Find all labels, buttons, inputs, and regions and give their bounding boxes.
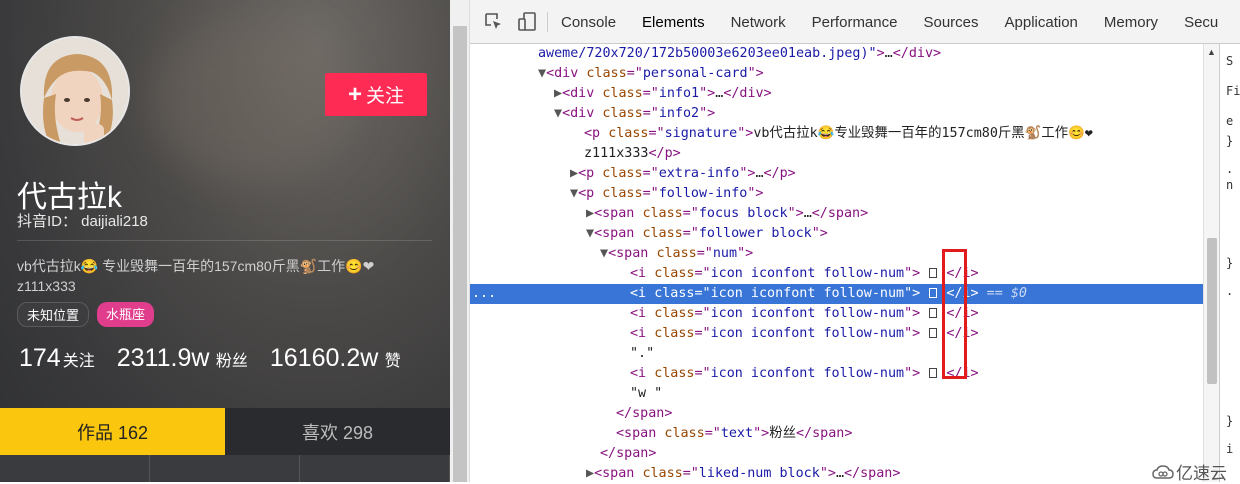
styles-char: i <box>1226 442 1234 456</box>
scrollbar-thumb[interactable] <box>1207 238 1217 384</box>
stat-followers[interactable]: 2311.9w 粉丝 <box>117 344 248 373</box>
avatar-photo <box>22 38 128 144</box>
signature: vb代古拉k😂 专业毁舞一百年的157cm80斤黑🐒工作😊❤ z111x333 <box>17 256 417 296</box>
stat-following-label: 关注 <box>62 353 95 370</box>
dom-line[interactable]: <p class="signature">vb代古拉k😂专业毁舞一百年的157c… <box>584 124 1093 144</box>
tab-application[interactable]: Application <box>1005 14 1078 31</box>
background-blur <box>150 20 350 180</box>
stat-likes-num: 16160.2w <box>269 344 379 372</box>
missing-glyph-icon <box>929 268 938 278</box>
dom-line[interactable]: ▶<span class="liked-num block">…</span> <box>586 464 900 482</box>
styles-pane: S Fi e } . n } . } i <box>1219 44 1240 482</box>
tab-performance[interactable]: Performance <box>812 14 898 31</box>
signature-line-2: z111x333 <box>17 278 76 294</box>
zodiac-tag: 水瓶座 <box>97 302 155 327</box>
styles-char: } <box>1226 414 1234 428</box>
video-thumb[interactable] <box>300 455 450 482</box>
toolbar-divider <box>547 12 548 32</box>
dom-line[interactable]: <i class="icon iconfont follow-num"> </i… <box>630 364 979 384</box>
dom-line[interactable]: </span> <box>616 404 672 424</box>
follow-button-label: 关注 <box>366 86 405 107</box>
tab-memory[interactable]: Memory <box>1104 14 1158 31</box>
tab-works[interactable]: 作品 162 <box>0 408 225 455</box>
dom-line[interactable]: ▼<span class="follower block"> <box>586 224 828 244</box>
dom-line[interactable]: ▼<span class="num"> <box>600 244 753 264</box>
dom-line[interactable]: <i class="icon iconfont follow-num"> </i… <box>630 264 979 284</box>
douyin-id: 抖音ID： daijiali218 <box>17 213 148 230</box>
dom-line[interactable]: ▼<div class="personal-card"> <box>538 64 764 84</box>
tab-likes[interactable]: 喜欢 298 <box>225 408 450 455</box>
follow-button[interactable]: + 关注 <box>325 73 427 116</box>
dom-line[interactable]: ▼<div class="info2"> <box>554 104 715 124</box>
tab-elements[interactable]: Elements <box>642 14 705 31</box>
stat-likes: 16160.2w 赞 <box>270 344 401 373</box>
inspect-icon[interactable] <box>483 11 505 33</box>
device-toggle-icon[interactable] <box>516 11 538 33</box>
dom-line[interactable]: aweme/720x720/172b50003e6203ee01eab.jpeg… <box>538 44 941 64</box>
styles-char: Fi <box>1226 84 1240 98</box>
styles-char: } <box>1226 256 1234 270</box>
tag-list: 未知位置 水瓶座 <box>17 302 155 327</box>
dom-line[interactable]: <span class="text">粉丝</span> <box>616 424 852 444</box>
stat-followers-num: 2311.9w <box>116 344 210 372</box>
stats-row: 174 关注 2311.9w 粉丝 16160.2w 赞 <box>19 344 401 373</box>
elements-tree: aweme/720x720/172b50003e6203ee01eab.jpeg… <box>470 44 1203 482</box>
missing-glyph-icon <box>929 328 938 338</box>
watermark: 亿速云 <box>1152 459 1227 484</box>
dom-line[interactable]: <i class="icon iconfont follow-num"> </i… <box>630 304 979 324</box>
highlight-box <box>942 249 967 379</box>
missing-glyph-icon <box>929 288 938 298</box>
dom-line[interactable]: ▶<div class="info1">…</div> <box>554 84 772 104</box>
stat-following[interactable]: 174 关注 <box>19 344 95 373</box>
styles-char: n <box>1226 178 1234 192</box>
selected-line-marker[interactable]: ... <box>470 284 630 304</box>
stat-following-num: 174 <box>19 344 61 372</box>
dom-line-selected[interactable]: ... <i class="icon iconfont follow-num"> … <box>470 284 1203 304</box>
styles-char: . <box>1226 284 1234 298</box>
devtools-panel: Console Elements Network Performance Sou… <box>450 0 1240 482</box>
scroll-up-icon[interactable]: ▲ <box>1207 47 1216 57</box>
dom-line[interactable]: "w " <box>630 384 662 404</box>
profile-panel: + 关注 代古拉k 抖音ID： daijiali218 vb代古拉k😂 专业毁舞… <box>0 0 450 482</box>
divider <box>17 240 432 241</box>
video-grid <box>0 455 450 482</box>
video-thumb[interactable] <box>0 455 150 482</box>
dom-line[interactable]: ▼<p class="follow-info"> <box>570 184 764 204</box>
styles-char: } <box>1226 134 1234 148</box>
missing-glyph-icon <box>929 368 938 378</box>
scrollbar-thumb[interactable] <box>453 26 467 482</box>
signature-line-1: vb代古拉k😂 专业毁舞一百年的157cm80斤黑🐒工作😊❤ <box>17 258 375 274</box>
stat-followers-label: 粉丝 <box>215 353 248 370</box>
devtools-tabs: Console Elements Network Performance Sou… <box>561 0 1240 44</box>
tab-network[interactable]: Network <box>731 14 786 31</box>
dom-line[interactable]: z111x333</p> <box>584 144 681 164</box>
tab-security[interactable]: Secu <box>1184 14 1218 31</box>
dom-line[interactable]: <i class="icon iconfont follow-num"> </i… <box>630 324 979 344</box>
dom-line[interactable]: </span> <box>600 444 656 464</box>
elements-scrollbar[interactable]: ▲ <box>1203 44 1219 482</box>
tab-console[interactable]: Console <box>561 14 616 31</box>
styles-char: . <box>1226 162 1234 176</box>
missing-glyph-icon <box>929 308 938 318</box>
watermark-text: 亿速云 <box>1176 464 1227 483</box>
cloud-logo-icon <box>1152 464 1174 479</box>
profile-tabs: 作品 162 喜欢 298 <box>0 408 450 455</box>
styles-char: e <box>1226 114 1234 128</box>
devtools-toolbar: Console Elements Network Performance Sou… <box>450 0 1240 44</box>
avatar[interactable] <box>20 36 130 146</box>
video-thumb[interactable] <box>150 455 300 482</box>
dom-line[interactable]: ▶<p class="extra-info">…</p> <box>570 164 796 184</box>
styles-char: S <box>1226 54 1234 68</box>
dom-line[interactable]: ▶<span class="focus block">…</span> <box>586 204 868 224</box>
location-tag: 未知位置 <box>17 302 90 327</box>
stat-likes-label: 赞 <box>384 353 401 370</box>
tab-sources[interactable]: Sources <box>923 14 978 31</box>
left-scrollbar[interactable] <box>450 0 470 482</box>
dom-line[interactable]: "." <box>630 344 654 364</box>
plus-icon: + <box>347 80 362 108</box>
